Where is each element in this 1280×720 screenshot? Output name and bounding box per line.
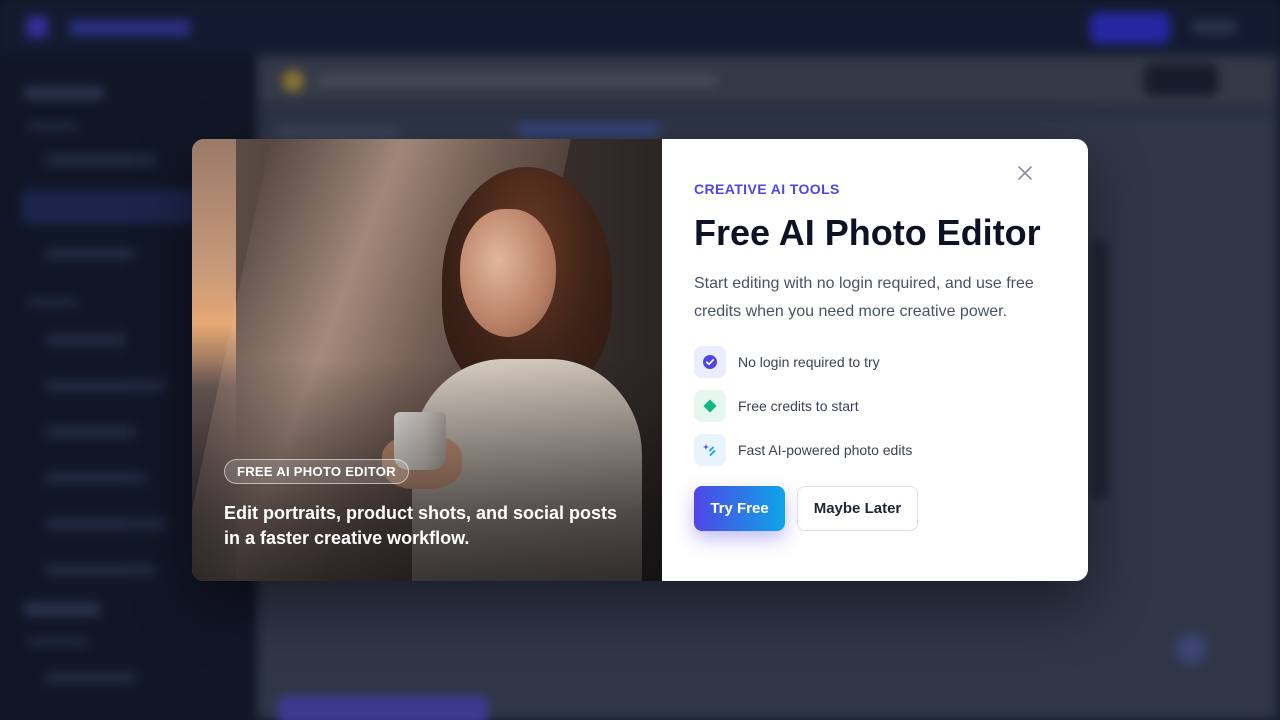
hero-badge: FREE AI PHOTO EDITOR [224, 459, 409, 484]
photo-face [460, 209, 556, 337]
modal-description: Start editing with no login required, an… [694, 275, 1034, 320]
hero-photo: FREE AI PHOTO EDITOR Edit portraits, pro… [192, 139, 662, 581]
diamond-icon [694, 390, 726, 422]
modal-eyebrow: CREATIVE AI TOOLS [694, 181, 840, 197]
feature-item: Free credits to start [694, 390, 1056, 422]
hero-caption: Edit portraits, product shots, and socia… [224, 503, 618, 548]
sparkle-icon [694, 434, 726, 466]
promo-modal: FREE AI PHOTO EDITOR Edit portraits, pro… [192, 139, 1088, 581]
feature-item: No login required to try [694, 346, 1056, 378]
maybe-later-button[interactable]: Maybe Later [797, 486, 918, 531]
feature-text: No login required to try [738, 354, 880, 370]
try-free-button[interactable]: Try Free [694, 486, 785, 531]
modal-content: CREATIVE AI TOOLS Free AI Photo Editor S… [662, 139, 1088, 581]
feature-text: Free credits to start [738, 398, 859, 414]
feature-item: Fast AI-powered photo edits [694, 434, 1056, 466]
close-icon [1018, 166, 1032, 180]
modal-actions: Try Free Maybe Later [694, 486, 1056, 531]
close-button[interactable] [1013, 161, 1037, 185]
feature-text: Fast AI-powered photo edits [738, 442, 913, 458]
check-badge-icon [694, 346, 726, 378]
modal-title: Free AI Photo Editor [694, 212, 1041, 253]
feature-list: No login required to try Free credits to… [694, 346, 1056, 466]
